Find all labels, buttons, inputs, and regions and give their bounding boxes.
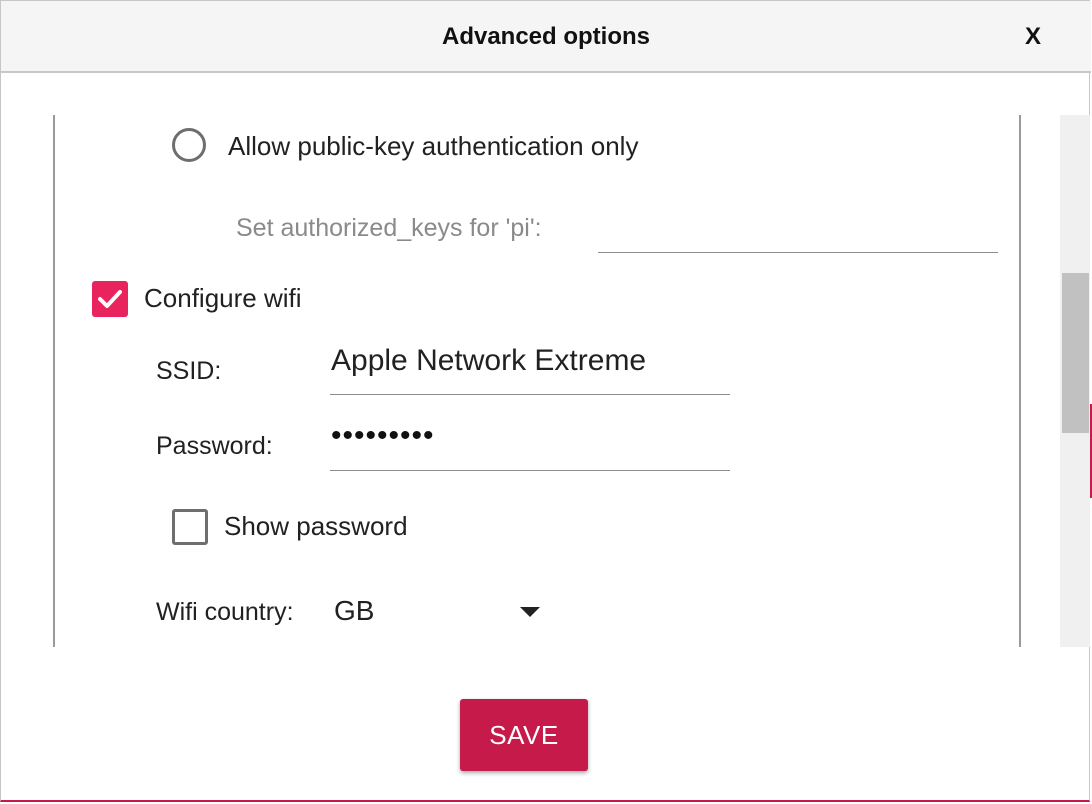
configure-wifi-checkbox[interactable]	[92, 281, 128, 317]
authorized-keys-input[interactable]	[598, 252, 998, 253]
dialog-title: Advanced options	[441, 23, 651, 50]
show-password-checkbox[interactable]	[172, 509, 208, 545]
checkmark-icon	[98, 290, 122, 308]
wifi-country-value[interactable]: GB	[334, 595, 374, 627]
chevron-down-icon[interactable]	[520, 607, 540, 617]
scrollbar-thumb[interactable]	[1062, 273, 1089, 433]
close-button[interactable]: X	[1025, 23, 1041, 51]
wifi-country-label: Wifi country:	[156, 598, 294, 626]
pubkey-auth-label: Allow public-key authentication only	[228, 131, 639, 161]
dialog-titlebar: Advanced options X	[1, 1, 1091, 73]
authorized-keys-label: Set authorized_keys for 'pi':	[236, 214, 542, 242]
password-input[interactable]	[330, 470, 730, 471]
password-value: •••••••••	[331, 419, 435, 452]
save-button[interactable]: SAVE	[460, 699, 588, 771]
show-password-label: Show password	[224, 511, 408, 541]
advanced-options-dialog: Advanced options X Allow public-key auth…	[0, 0, 1091, 802]
ssid-label: SSID:	[156, 357, 222, 385]
ssid-value: Apple Network Extreme	[331, 344, 647, 377]
pubkey-auth-radio[interactable]	[172, 128, 206, 162]
configure-wifi-label: Configure wifi	[144, 283, 302, 313]
password-label: Password:	[156, 432, 273, 460]
ssid-input[interactable]	[330, 394, 730, 395]
